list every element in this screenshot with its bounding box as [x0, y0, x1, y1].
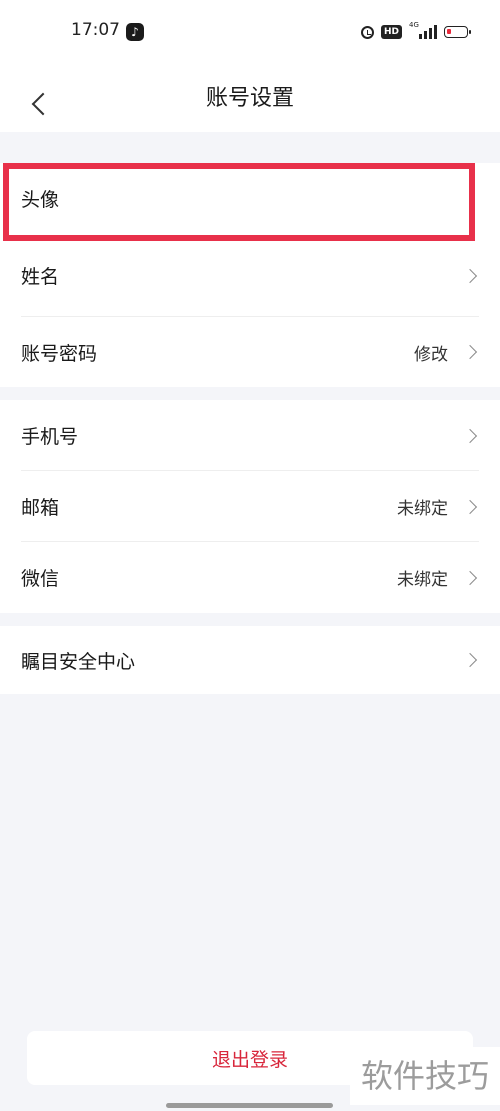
status-bar: 17:07 ♪ HD 4G — [0, 0, 500, 62]
chevron-right-icon — [462, 652, 478, 668]
alarm-icon — [360, 25, 374, 39]
settings-row-email[interactable]: 邮箱 未绑定 — [0, 471, 500, 542]
settings-row-security-center[interactable]: 瞩目安全中心 — [0, 626, 500, 694]
navigation-bar: 账号设置 — [0, 62, 500, 132]
settings-row-phone[interactable]: 手机号 — [0, 400, 500, 471]
logout-label: 退出登录 — [211, 1048, 288, 1071]
page-title: 账号设置 — [205, 86, 294, 111]
row-label: 手机号 — [21, 426, 79, 448]
row-label: 账号密码 — [21, 342, 98, 365]
hd-badge: HD — [380, 25, 402, 39]
row-label: 姓名 — [21, 266, 60, 288]
settings-group-security: 瞩目安全中心 — [0, 626, 500, 694]
chevron-right-icon — [462, 344, 478, 360]
network-type-label: 4G — [409, 21, 419, 29]
row-value: 未绑定 — [397, 570, 448, 590]
chevron-right-icon — [462, 570, 478, 585]
chevron-right-icon — [462, 499, 478, 514]
battery-icon — [444, 26, 471, 38]
row-label: 邮箱 — [21, 497, 60, 519]
settings-group-profile: 头像 姓名 账号密码 修改 — [0, 163, 500, 387]
settings-row-password[interactable]: 账号密码 修改 — [0, 317, 500, 387]
settings-group-bindings: 手机号 邮箱 未绑定 微信 未绑定 — [0, 400, 500, 613]
settings-row-wechat[interactable]: 微信 未绑定 — [0, 542, 500, 613]
status-time: 17:07 — [71, 20, 120, 40]
row-label: 瞩目安全中心 — [21, 650, 136, 673]
home-indicator[interactable] — [166, 1103, 333, 1108]
row-value: 未绑定 — [397, 499, 448, 519]
watermark: 软件技巧 — [350, 1047, 500, 1105]
row-label: 微信 — [21, 568, 60, 590]
settings-row-avatar[interactable]: 头像 — [0, 163, 500, 234]
status-icons: HD 4G — [360, 21, 471, 42]
row-value: 修改 — [414, 344, 448, 365]
settings-row-name[interactable]: 姓名 — [0, 234, 500, 317]
tiktok-app-icon: ♪ — [126, 23, 144, 41]
chevron-right-icon — [462, 428, 478, 443]
chevron-right-icon — [462, 268, 478, 283]
signal-icon: 4G — [409, 21, 437, 39]
row-label: 头像 — [21, 189, 60, 211]
